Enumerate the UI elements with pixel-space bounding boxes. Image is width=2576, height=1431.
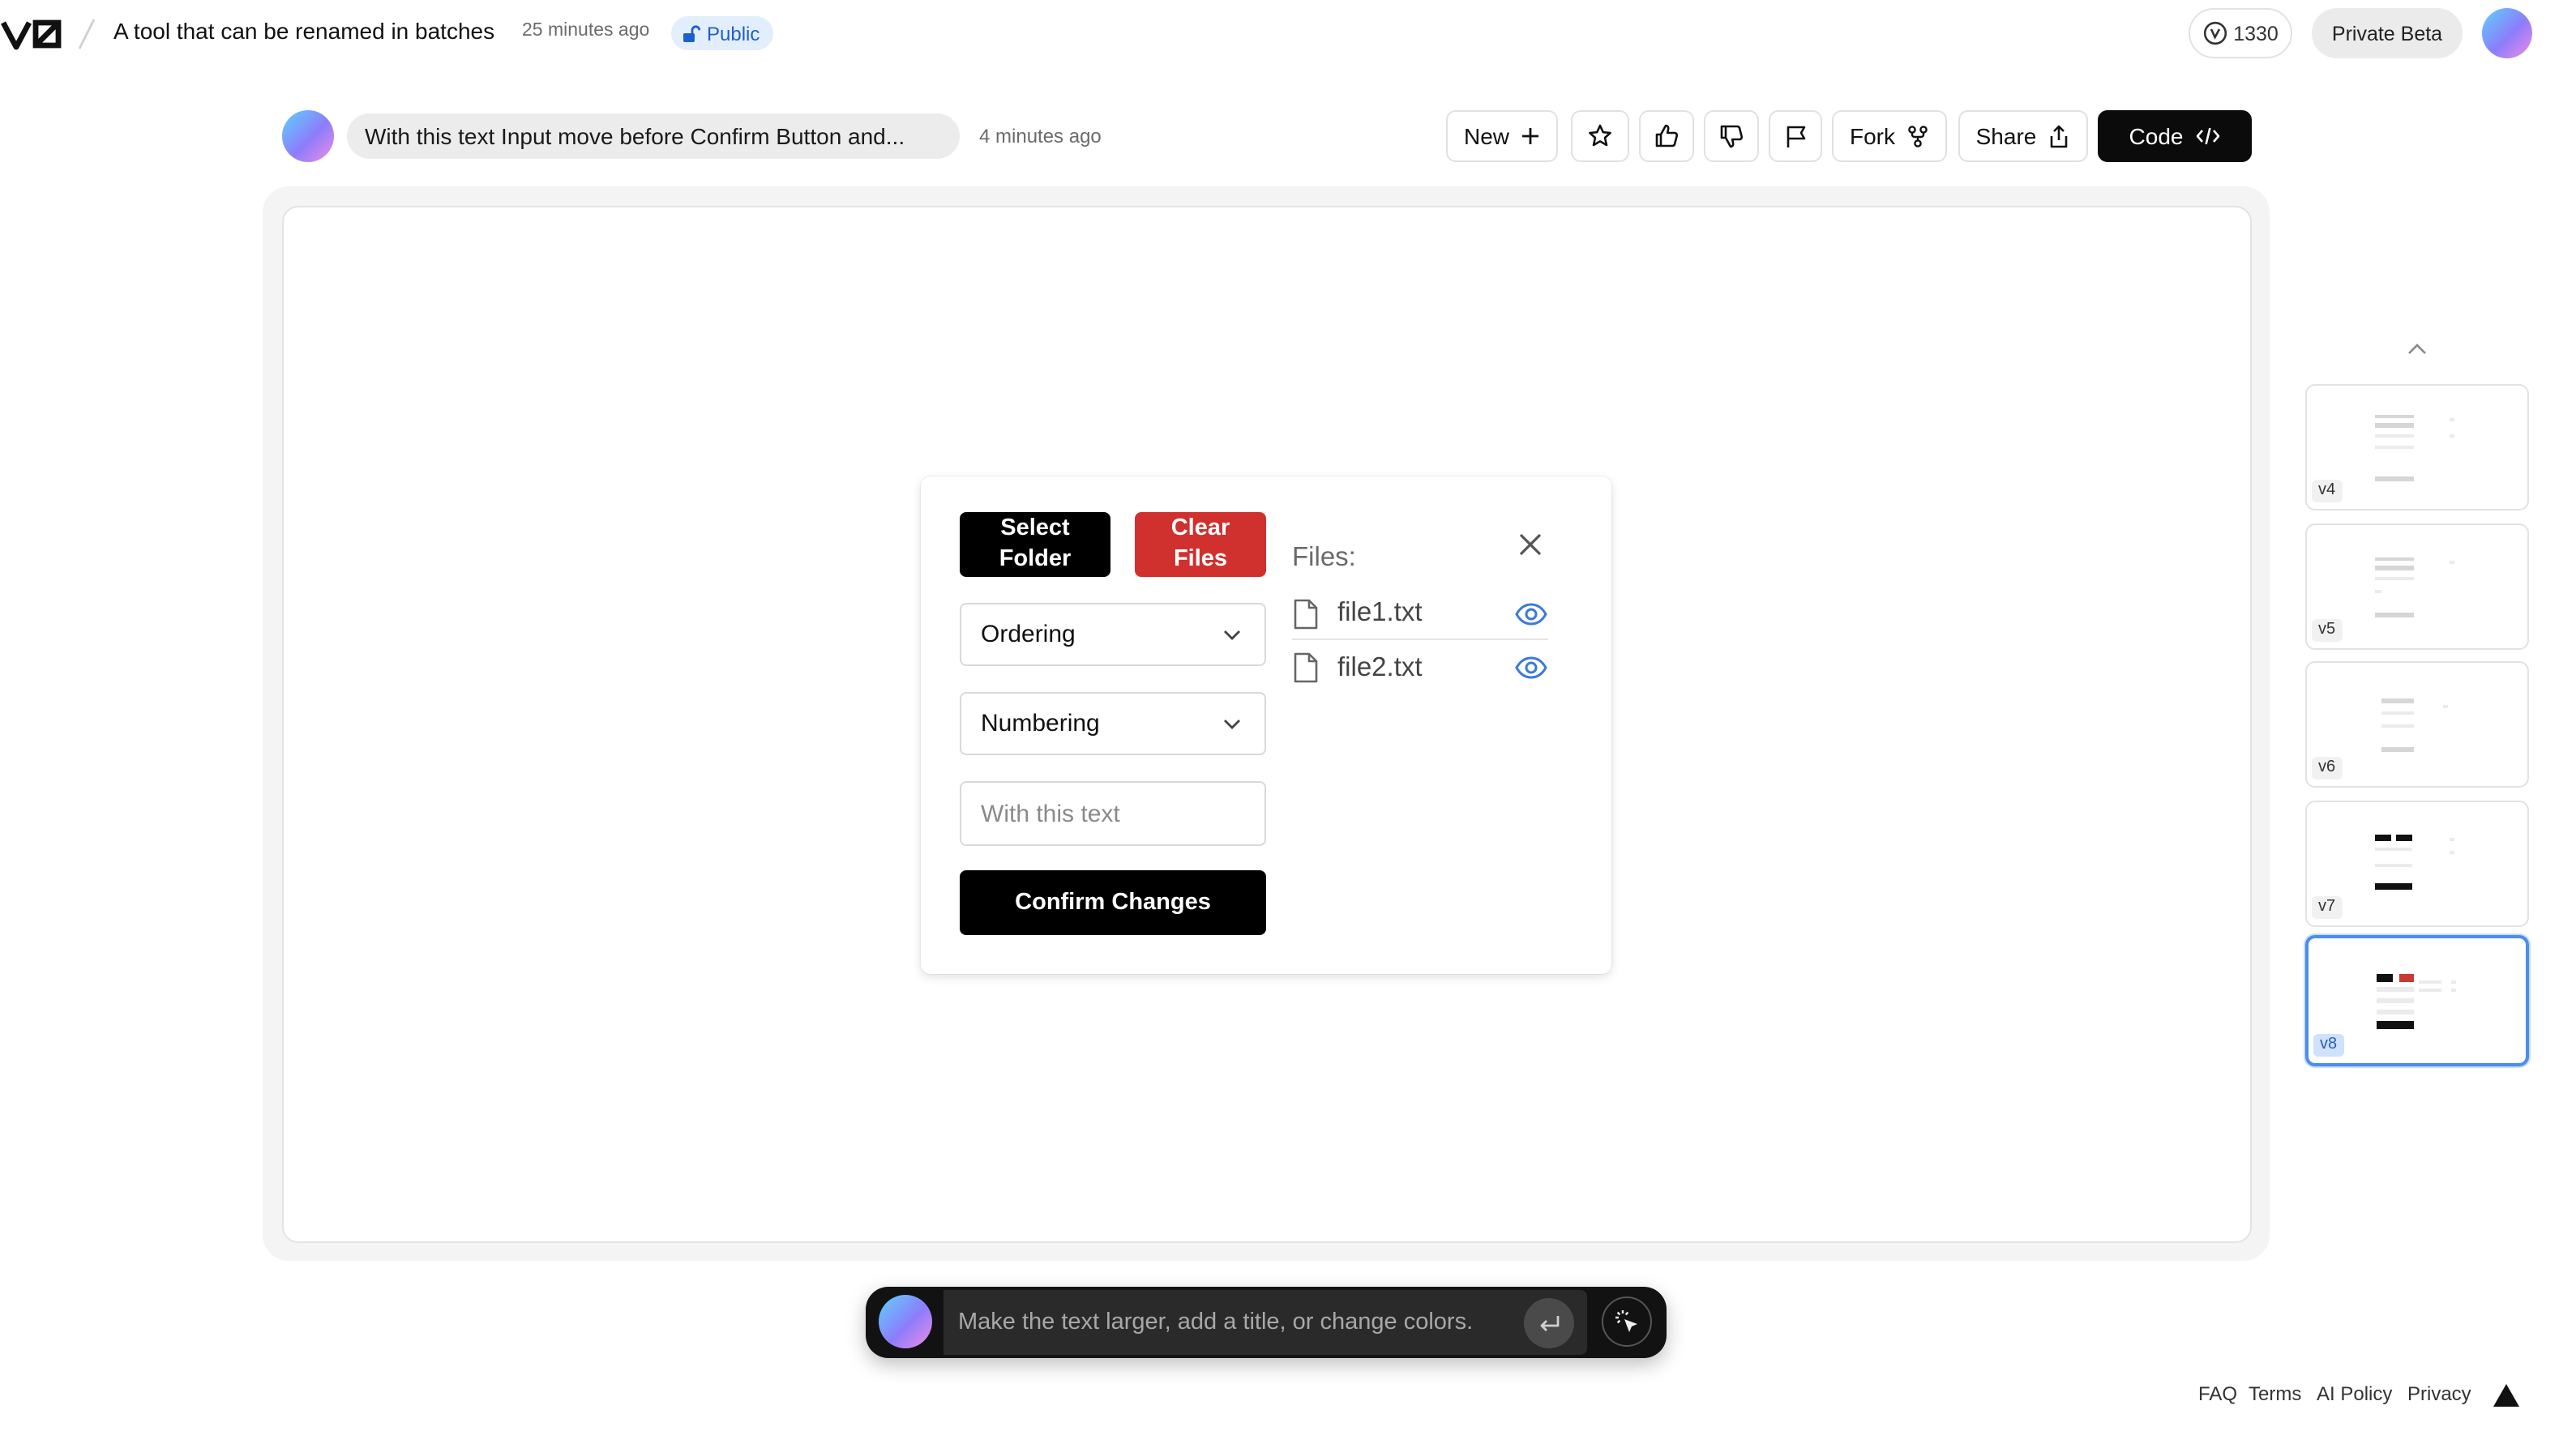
file-icon xyxy=(1292,651,1324,684)
version-thumbnail[interactable]: v7 xyxy=(2305,801,2529,927)
flag-icon xyxy=(1782,123,1808,149)
credits-counter[interactable]: 1330 xyxy=(2189,8,2292,58)
chevron-down-icon xyxy=(1222,717,1242,730)
clear-files-label-line2: Files xyxy=(1173,546,1228,572)
fork-icon xyxy=(1906,125,1929,147)
submit-prompt-button[interactable] xyxy=(1524,1298,1574,1348)
private-beta-button[interactable]: Private Beta xyxy=(2312,8,2463,58)
files-heading: Files: xyxy=(1292,543,1356,572)
pick-element-button[interactable] xyxy=(1602,1296,1652,1347)
thumbs-up-icon xyxy=(1654,123,1680,149)
numbering-select[interactable]: Numbering xyxy=(960,692,1266,755)
chevron-down-icon xyxy=(1222,628,1242,641)
message-time: 4 minutes ago xyxy=(979,125,1102,147)
version-thumbnail[interactable]: v5 xyxy=(2305,523,2529,650)
share-button[interactable]: Share xyxy=(1958,110,2088,162)
file-icon xyxy=(1292,597,1324,630)
file-name: file2.txt xyxy=(1337,652,1423,681)
clear-files-button[interactable]: Clear Files xyxy=(1135,512,1266,577)
numbering-value: Numbering xyxy=(981,710,1100,737)
breadcrumb-separator-icon xyxy=(75,13,97,55)
file-name: file1.txt xyxy=(1337,598,1423,627)
code-icon xyxy=(2194,125,2220,147)
thumbs-down-icon xyxy=(1718,123,1744,149)
ordering-value: Ordering xyxy=(981,621,1076,648)
replacement-text-input[interactable] xyxy=(960,781,1266,846)
eye-icon[interactable] xyxy=(1514,602,1548,625)
share-icon xyxy=(2048,124,2070,148)
version-label: v5 xyxy=(2312,619,2343,642)
credits-value: 1330 xyxy=(2233,22,2279,45)
star-icon xyxy=(1587,123,1613,149)
close-icon[interactable] xyxy=(1514,528,1547,561)
new-button-label: New xyxy=(1463,123,1509,149)
favorite-button[interactable] xyxy=(1571,110,1629,162)
share-button-label: Share xyxy=(1975,123,2037,149)
prompt-avatar xyxy=(879,1295,932,1348)
project-title[interactable]: A tool that can be renamed in batches xyxy=(113,18,494,44)
select-folder-button[interactable]: Select Folder xyxy=(960,512,1110,577)
footer-terms-link[interactable]: Terms xyxy=(2249,1382,2301,1405)
unlock-icon xyxy=(681,23,700,43)
new-button[interactable]: New xyxy=(1446,110,1558,162)
user-avatar[interactable] xyxy=(2482,8,2532,58)
dislike-button[interactable] xyxy=(1704,110,1759,162)
v0-logo-icon[interactable] xyxy=(0,13,68,55)
chevron-up-icon[interactable] xyxy=(2403,339,2432,361)
version-thumbnail[interactable]: v4 xyxy=(2305,384,2529,510)
code-button-label: Code xyxy=(2129,123,2184,149)
visibility-label: Public xyxy=(707,22,760,45)
version-label: v6 xyxy=(2312,757,2343,780)
version-thumbnail-active[interactable]: v8 xyxy=(2305,935,2529,1066)
version-label: v8 xyxy=(2313,1034,2344,1057)
app-window: A tool that can be renamed in batches 25… xyxy=(0,0,2576,1431)
fork-button[interactable]: Fork xyxy=(1832,110,1947,162)
visibility-badge[interactable]: Public xyxy=(671,16,773,50)
credits-icon xyxy=(2202,21,2227,45)
message-bubble[interactable]: With this text Input move before Confirm… xyxy=(347,113,960,159)
footer-privacy-link[interactable]: Privacy xyxy=(2407,1382,2471,1405)
report-button[interactable] xyxy=(1769,110,1822,162)
file-list-item: file2.txt xyxy=(1292,642,1548,694)
fork-button-label: Fork xyxy=(1850,123,1895,149)
file-list-item: file1.txt xyxy=(1292,588,1548,640)
version-thumbnail[interactable]: v6 xyxy=(2305,661,2529,788)
cursor-click-icon xyxy=(1612,1307,1641,1336)
vercel-triangle-icon[interactable] xyxy=(2492,1382,2521,1408)
version-label: v4 xyxy=(2312,480,2343,502)
select-folder-label-line2: Folder xyxy=(999,546,1072,572)
like-button[interactable] xyxy=(1639,110,1694,162)
enter-icon xyxy=(1536,1312,1562,1335)
code-button[interactable]: Code xyxy=(2098,110,2252,162)
footer-ai-policy-link[interactable]: AI Policy xyxy=(2317,1382,2392,1405)
confirm-changes-button[interactable]: Confirm Changes xyxy=(960,870,1266,935)
ordering-select[interactable]: Ordering xyxy=(960,603,1266,666)
select-folder-label-line1: Select xyxy=(1000,515,1070,541)
plus-icon xyxy=(1521,126,1540,146)
message-avatar xyxy=(282,110,334,162)
project-updated-time: 25 minutes ago xyxy=(522,21,650,41)
eye-icon[interactable] xyxy=(1514,656,1548,679)
prompt-input[interactable] xyxy=(958,1303,1493,1342)
footer-faq-link[interactable]: FAQ xyxy=(2198,1382,2237,1405)
version-label: v7 xyxy=(2312,896,2343,919)
clear-files-label-line1: Clear xyxy=(1170,515,1230,541)
